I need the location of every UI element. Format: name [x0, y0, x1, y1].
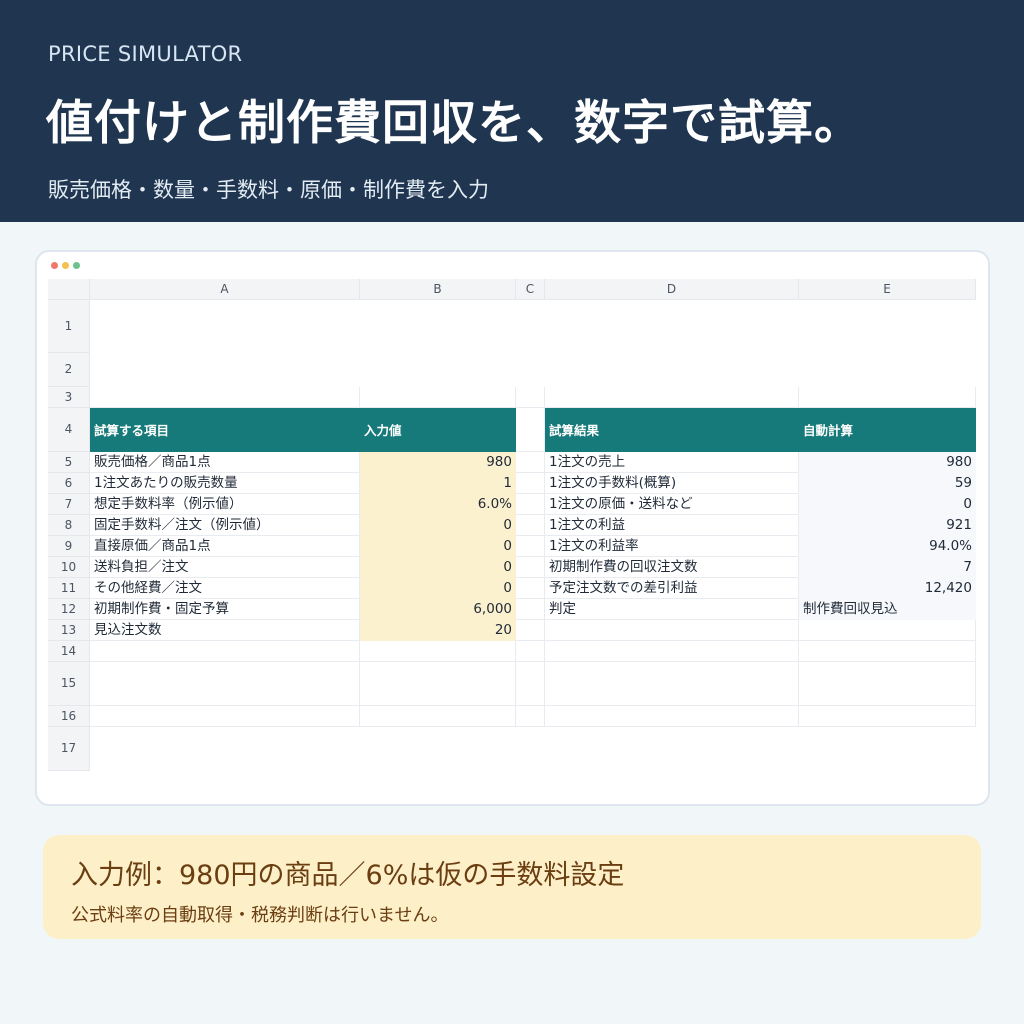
row-header-2[interactable]: 2 — [48, 353, 90, 387]
input-value-cell[interactable]: 0 — [360, 578, 516, 599]
input-label: 想定手数料率（例示値） — [94, 496, 243, 512]
result-value-cell[interactable]: 59 — [799, 473, 976, 494]
input-value-cell[interactable]: 1 — [360, 473, 516, 494]
close-dot-icon[interactable] — [51, 262, 58, 269]
row-header-16[interactable]: 16 — [48, 706, 90, 727]
header-result-value: 自動計算 — [799, 408, 976, 452]
row-header-6[interactable]: 6 — [48, 473, 90, 494]
note-headline: 入力例：980円の商品／6%は仮の手数料設定 — [71, 860, 625, 891]
maximize-dot-icon[interactable] — [73, 262, 80, 269]
result-label: 1注文の手数料(概算) — [549, 475, 677, 491]
result-value-cell[interactable]: 921 — [799, 515, 976, 536]
row-header-8[interactable]: 8 — [48, 515, 90, 536]
row-header-17[interactable]: 17 — [48, 727, 90, 771]
eyebrow-label: PRICE SIMULATOR — [48, 42, 243, 66]
column-header-b[interactable]: B — [360, 279, 516, 300]
row-header-15[interactable]: 15 — [48, 662, 90, 706]
note-subtext: 公式料率の自動取得・税務判断は行いません。 — [71, 905, 449, 926]
input-label: 直接原価／商品1点 — [94, 538, 211, 554]
row-header-3[interactable]: 3 — [48, 387, 90, 408]
input-label: 固定手数料／注文（例示値） — [94, 517, 270, 533]
sheet-corner[interactable] — [48, 279, 90, 300]
column-header-e[interactable]: E — [799, 279, 976, 300]
row-header-12[interactable]: 12 — [48, 599, 90, 620]
result-label: 判定 — [549, 601, 576, 617]
header-input-value: 入力値 — [360, 408, 516, 452]
result-label: 1注文の売上 — [549, 454, 626, 470]
input-label: 送料負担／注文 — [94, 559, 189, 575]
row-header-4[interactable]: 4 — [48, 408, 90, 452]
column-header-a[interactable]: A — [90, 279, 360, 300]
column-header-c[interactable]: C — [516, 279, 545, 300]
row-header-11[interactable]: 11 — [48, 578, 90, 599]
input-value-cell[interactable]: 6.0% — [360, 494, 516, 515]
window-controls — [51, 262, 80, 269]
input-value-cell[interactable]: 980 — [360, 452, 516, 473]
input-value-cell[interactable]: 20 — [360, 620, 516, 641]
result-value-cell[interactable]: 980 — [799, 452, 976, 473]
input-label: 販売価格／商品1点 — [94, 454, 211, 470]
minimize-dot-icon[interactable] — [62, 262, 69, 269]
result-value-cell[interactable]: 12,420 — [799, 578, 976, 599]
header-result-item: 試算結果 — [545, 408, 799, 452]
result-value-cell[interactable]: 制作費回収見込 — [799, 599, 976, 620]
hero-banner: PRICE SIMULATOR 値付けと制作費回収を、数字で試算。 販売価格・数… — [0, 0, 1024, 222]
result-value-cell[interactable]: 94.0% — [799, 536, 976, 557]
input-value-cell[interactable]: 0 — [360, 515, 516, 536]
row-gridline — [90, 726, 976, 727]
input-label: 1注文あたりの販売数量 — [94, 475, 238, 491]
row-header-5[interactable]: 5 — [48, 452, 90, 473]
row-header-10[interactable]: 10 — [48, 557, 90, 578]
row-header-13[interactable]: 13 — [48, 620, 90, 641]
input-label: 初期制作費・固定予算 — [94, 601, 229, 617]
input-label: その他経費／注文 — [94, 580, 202, 596]
row-gridline — [90, 661, 976, 662]
input-value-cell[interactable]: 0 — [360, 557, 516, 578]
result-value-cell[interactable]: 7 — [799, 557, 976, 578]
row-header-9[interactable]: 9 — [48, 536, 90, 557]
row-header-7[interactable]: 7 — [48, 494, 90, 515]
row-header-14[interactable]: 14 — [48, 641, 90, 662]
page-subtitle: 販売価格・数量・手数料・原価・制作費を入力 — [48, 178, 489, 202]
input-value-cell[interactable]: 6,000 — [360, 599, 516, 620]
result-value-cell[interactable]: 0 — [799, 494, 976, 515]
row-gridline — [90, 705, 976, 706]
row-header-1[interactable]: 1 — [48, 300, 90, 353]
result-label: 初期制作費の回収注文数 — [549, 559, 698, 575]
result-label: 1注文の原価・送料など — [549, 496, 693, 512]
page-title: 値付けと制作費回収を、数字で試算。 — [46, 96, 862, 151]
header-input-item: 試算する項目 — [90, 408, 360, 452]
input-value-cell[interactable]: 0 — [360, 536, 516, 557]
result-label: 予定注文数での差引利益 — [549, 580, 698, 596]
result-label: 1注文の利益 — [549, 517, 626, 533]
result-label: 1注文の利益率 — [549, 538, 639, 554]
input-label: 見込注文数 — [94, 622, 162, 638]
example-note: 入力例：980円の商品／6%は仮の手数料設定 公式料率の自動取得・税務判断は行い… — [43, 835, 981, 939]
column-header-d[interactable]: D — [545, 279, 799, 300]
